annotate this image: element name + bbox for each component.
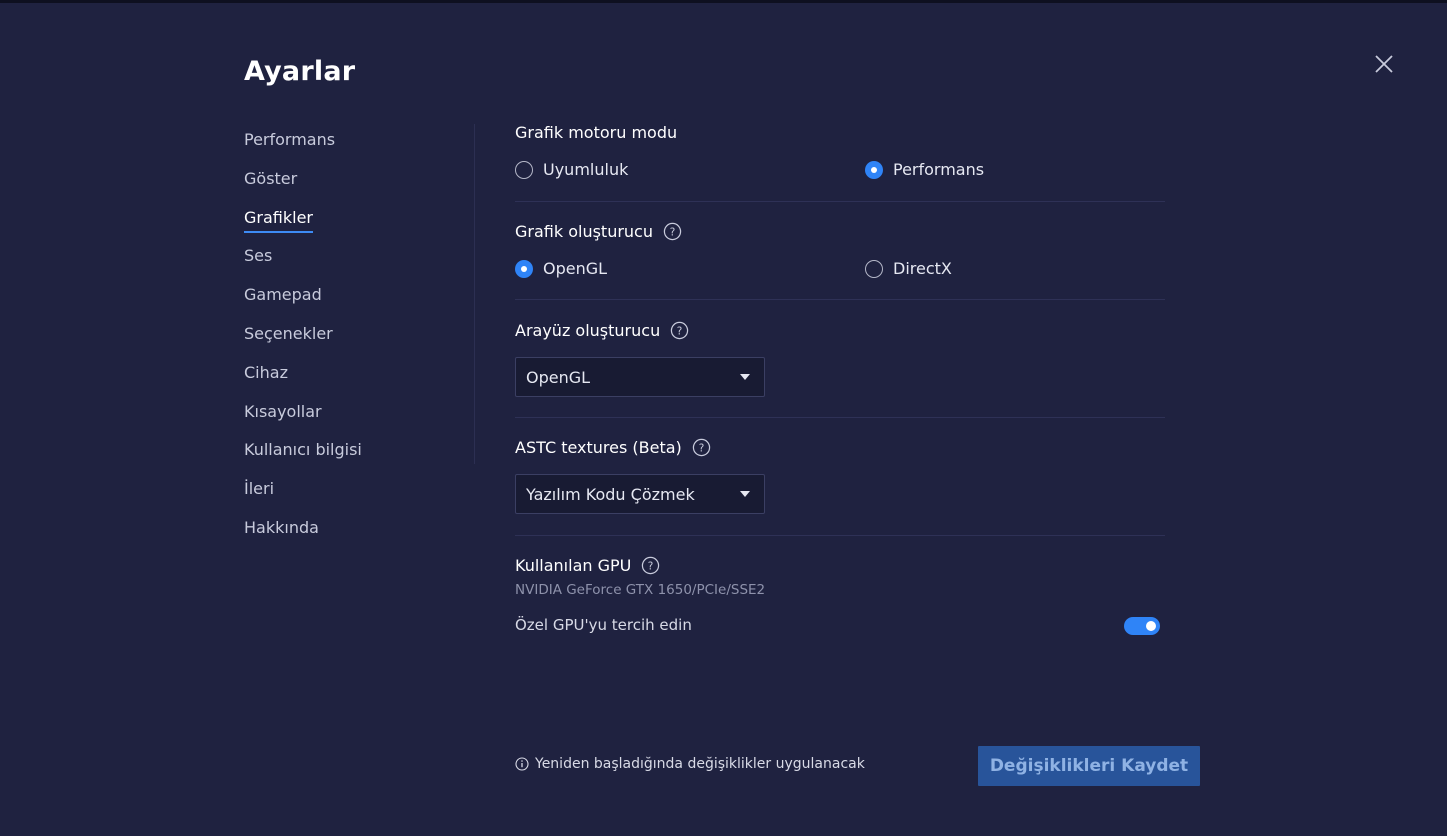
window-top-bar <box>0 0 1447 3</box>
graphics-renderer-title: Grafik oluşturucu ? <box>515 222 682 241</box>
astc-textures-title: ASTC textures (Beta) ? <box>515 438 711 457</box>
svg-text:?: ? <box>648 560 654 572</box>
sidebar-divider <box>474 124 475 464</box>
radio-checked-icon <box>865 160 883 179</box>
info-icon <box>515 757 529 771</box>
prefer-gpu-label: Özel GPU'yu tercih edin <box>515 616 692 634</box>
prefer-gpu-toggle[interactable] <box>1124 617 1160 635</box>
gpu-title: Kullanılan GPU ? <box>515 556 660 575</box>
help-icon[interactable]: ? <box>670 321 689 340</box>
svg-text:?: ? <box>699 442 705 454</box>
radio-label: OpenGL <box>543 259 608 278</box>
engine-mode-title: Grafik motoru modu <box>515 123 678 142</box>
sidebar-item-device[interactable]: Cihaz <box>244 361 444 400</box>
engine-mode-compat-radio[interactable]: Uyumluluk <box>515 160 628 179</box>
sidebar-item-sound[interactable]: Ses <box>244 244 444 283</box>
astc-textures-select[interactable]: Yazılım Kodu Çözmek <box>515 474 765 514</box>
page-title: Ayarlar <box>244 56 356 87</box>
close-icon[interactable] <box>1372 52 1396 76</box>
toggle-knob <box>1146 621 1156 631</box>
section-divider <box>515 201 1165 202</box>
help-icon[interactable]: ? <box>641 556 660 575</box>
svg-text:?: ? <box>670 226 676 238</box>
interface-renderer-title: Arayüz oluşturucu ? <box>515 321 689 340</box>
caret-down-icon <box>740 491 750 497</box>
sidebar-item-about[interactable]: Hakkında <box>244 516 444 555</box>
gpu-name: NVIDIA GeForce GTX 1650/PCIe/SSE2 <box>515 582 766 598</box>
section-divider <box>515 299 1165 300</box>
sidebar-item-options[interactable]: Seçenekler <box>244 322 444 361</box>
help-icon[interactable]: ? <box>663 222 682 241</box>
restart-notice-text: Yeniden başladığında değişiklikler uygul… <box>535 756 865 772</box>
renderer-opengl-radio[interactable]: OpenGL <box>515 259 607 278</box>
help-icon[interactable]: ? <box>692 438 711 457</box>
select-value: Yazılım Kodu Çözmek <box>526 484 695 504</box>
svg-text:?: ? <box>677 325 683 337</box>
caret-down-icon <box>740 374 750 380</box>
sidebar-item-shortcuts[interactable]: Kısayollar <box>244 400 444 439</box>
radio-label: Performans <box>893 160 985 179</box>
sidebar-item-graphics[interactable]: Grafikler <box>244 206 444 245</box>
radio-checked-icon <box>515 259 533 278</box>
select-value: OpenGL <box>526 367 591 387</box>
sidebar-item-gamepad[interactable]: Gamepad <box>244 283 444 322</box>
radio-unchecked-icon <box>515 160 533 179</box>
sidebar-item-advanced[interactable]: İleri <box>244 477 444 516</box>
engine-mode-performance-radio[interactable]: Performans <box>865 160 984 179</box>
section-divider <box>515 535 1165 536</box>
section-divider <box>515 417 1165 418</box>
sidebar-item-performance[interactable]: Performans <box>244 128 444 167</box>
interface-renderer-select[interactable]: OpenGL <box>515 357 765 397</box>
radio-unchecked-icon <box>865 259 883 278</box>
sidebar-item-display[interactable]: Göster <box>244 167 444 206</box>
settings-sidebar: Performans Göster Grafikler Ses Gamepad … <box>244 128 444 555</box>
sidebar-item-user-info[interactable]: Kullanıcı bilgisi <box>244 438 444 477</box>
save-changes-button[interactable]: Değişiklikleri Kaydet <box>978 746 1200 786</box>
radio-label: DirectX <box>893 259 952 278</box>
renderer-directx-radio[interactable]: DirectX <box>865 259 952 278</box>
restart-notice: Yeniden başladığında değişiklikler uygul… <box>515 756 865 772</box>
radio-label: Uyumluluk <box>543 160 629 179</box>
